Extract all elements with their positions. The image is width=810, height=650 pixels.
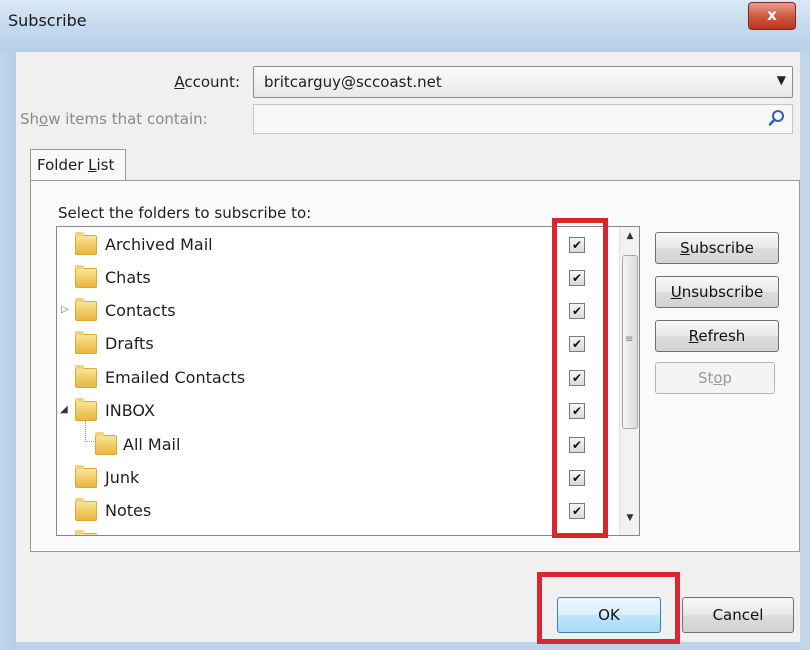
subscribe-button[interactable]: Subscribe <box>655 232 779 264</box>
folder-name: Junk <box>105 468 140 487</box>
folder-name: Notes <box>105 501 152 520</box>
scroll-up-icon[interactable]: ▲ <box>622 231 638 247</box>
close-icon: x <box>767 6 777 24</box>
list-item[interactable]: Chats ✔ <box>57 262 617 296</box>
window-frame-right <box>800 52 810 650</box>
scroll-down-icon[interactable]: ▼ <box>622 513 638 529</box>
list-item[interactable]: Archived Mail ✔ <box>57 229 617 263</box>
vertical-scrollbar[interactable]: ▲ ≡ ▼ <box>619 227 639 535</box>
folder-name: Emailed Contacts <box>105 368 246 387</box>
folder-icon <box>75 465 97 488</box>
list-item[interactable]: ◢ INBOX ✔ <box>57 395 617 429</box>
filter-label: Show items that contain: <box>20 110 208 128</box>
list-item[interactable]: Drafts ✔ <box>57 328 617 362</box>
search-input[interactable] <box>253 104 793 134</box>
folder-icon <box>75 530 97 535</box>
list-item[interactable]: Emailed Contacts ✔ <box>57 362 617 396</box>
cancel-button[interactable]: Cancel <box>682 597 794 633</box>
close-button[interactable]: x <box>748 2 796 30</box>
folder-icon <box>75 232 97 255</box>
account-value: britcarguy@sccoast.net <box>264 73 442 91</box>
account-label: Account: <box>174 73 240 91</box>
collapse-arrow-icon[interactable]: ◢ <box>60 404 68 415</box>
ok-button-highlight <box>537 572 680 644</box>
list-item[interactable]: Junk ✔ <box>57 462 617 496</box>
folder-name: INBOX <box>105 401 155 420</box>
scroll-thumb[interactable]: ≡ <box>622 255 638 429</box>
checkbox-column-highlight <box>552 218 608 538</box>
panel-caption: Select the folders to subscribe to: <box>58 204 312 222</box>
list-item-partial[interactable] <box>57 527 617 535</box>
expand-arrow-icon[interactable]: ▷ <box>61 304 69 315</box>
tab-folder-list[interactable]: Folder List <box>30 149 126 181</box>
unsubscribe-button[interactable]: Unsubscribe <box>655 276 779 308</box>
window-frame-left <box>0 52 16 650</box>
folder-name: Contacts <box>105 301 176 320</box>
window-title: Subscribe <box>8 11 87 30</box>
folder-name: Archived Mail <box>105 235 213 254</box>
folder-icon <box>75 398 97 421</box>
stop-button[interactable]: Stop <box>655 362 775 394</box>
grip-icon: ≡ <box>625 334 634 345</box>
title-bar: Subscribe x <box>0 0 810 52</box>
folder-icon <box>75 498 97 521</box>
search-icon[interactable] <box>768 109 786 127</box>
refresh-button[interactable]: Refresh <box>655 320 779 352</box>
list-item[interactable]: Notes ✔ <box>57 495 617 529</box>
folder-icon <box>95 432 117 455</box>
folder-name: Chats <box>105 268 151 287</box>
list-item[interactable]: ▷ Contacts ✔ <box>57 295 617 329</box>
folder-name: Drafts <box>105 334 154 353</box>
chevron-down-icon: ▼ <box>776 73 786 87</box>
folder-icon <box>75 331 97 354</box>
folder-icon <box>75 365 97 388</box>
folder-name: All Mail <box>123 435 181 454</box>
tab-label: Folder List <box>37 156 115 174</box>
list-item[interactable]: All Mail ✔ <box>57 421 617 463</box>
account-dropdown[interactable]: britcarguy@sccoast.net ▼ <box>253 66 793 98</box>
tree-connector <box>85 421 94 442</box>
folder-icon <box>75 298 97 321</box>
folder-icon <box>75 265 97 288</box>
